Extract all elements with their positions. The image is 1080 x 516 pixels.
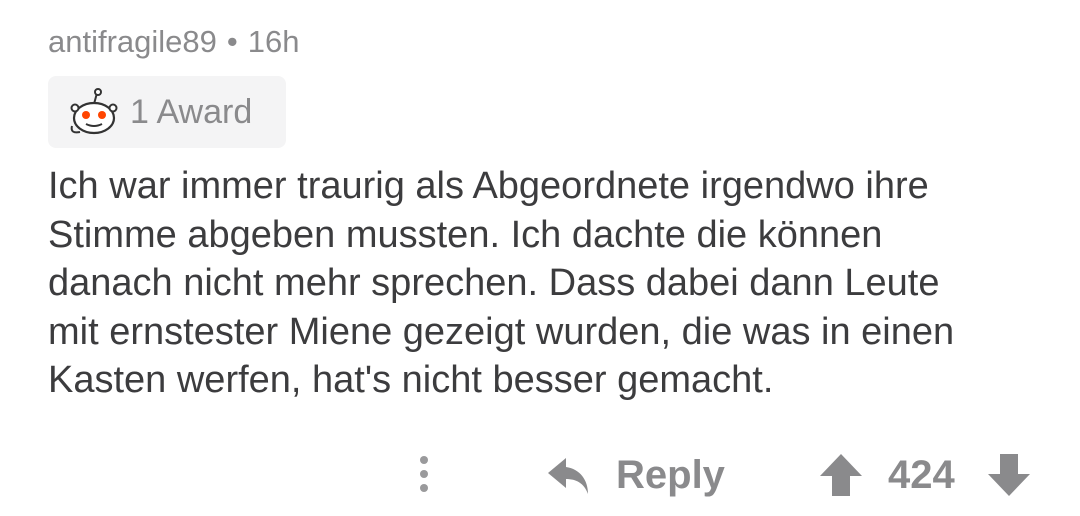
- comment-body-line: Kasten werfen, hat's nicht besser gemach…: [48, 359, 774, 401]
- reply-button[interactable]: Reply: [546, 450, 725, 500]
- award-label: 1 Award: [130, 92, 253, 131]
- comment-meta: antifragile89 • 16h: [48, 22, 300, 62]
- comment-body-line: mit ernstester Miene gezeigt wurden, die…: [48, 310, 955, 353]
- comment-body-line: Ich war immer traurig als Abgeordnete ir…: [48, 165, 929, 207]
- comment-body: Ich war immer traurig als Abgeordnete ir…: [48, 162, 1058, 405]
- reply-label: Reply: [616, 452, 725, 497]
- comment-author[interactable]: antifragile89: [48, 24, 217, 60]
- more-vertical-icon[interactable]: [410, 452, 438, 496]
- meta-separator: •: [226, 24, 238, 59]
- comment-body-line: Stimme abgeben mussten. Ich dachte die k…: [48, 213, 883, 256]
- comment-body-line: danach nicht mehr sprechen. Dass dabei d…: [48, 262, 940, 304]
- upvote-arrow-icon[interactable]: [818, 452, 864, 498]
- vote-score: 424: [888, 452, 955, 497]
- reply-arrow-icon: [548, 458, 588, 494]
- comment-age: 16h: [247, 24, 300, 59]
- award-chip[interactable]: 1 Award: [48, 76, 286, 148]
- downvote-arrow-icon[interactable]: [986, 452, 1032, 498]
- helpful-award-snoo-icon: [70, 88, 118, 135]
